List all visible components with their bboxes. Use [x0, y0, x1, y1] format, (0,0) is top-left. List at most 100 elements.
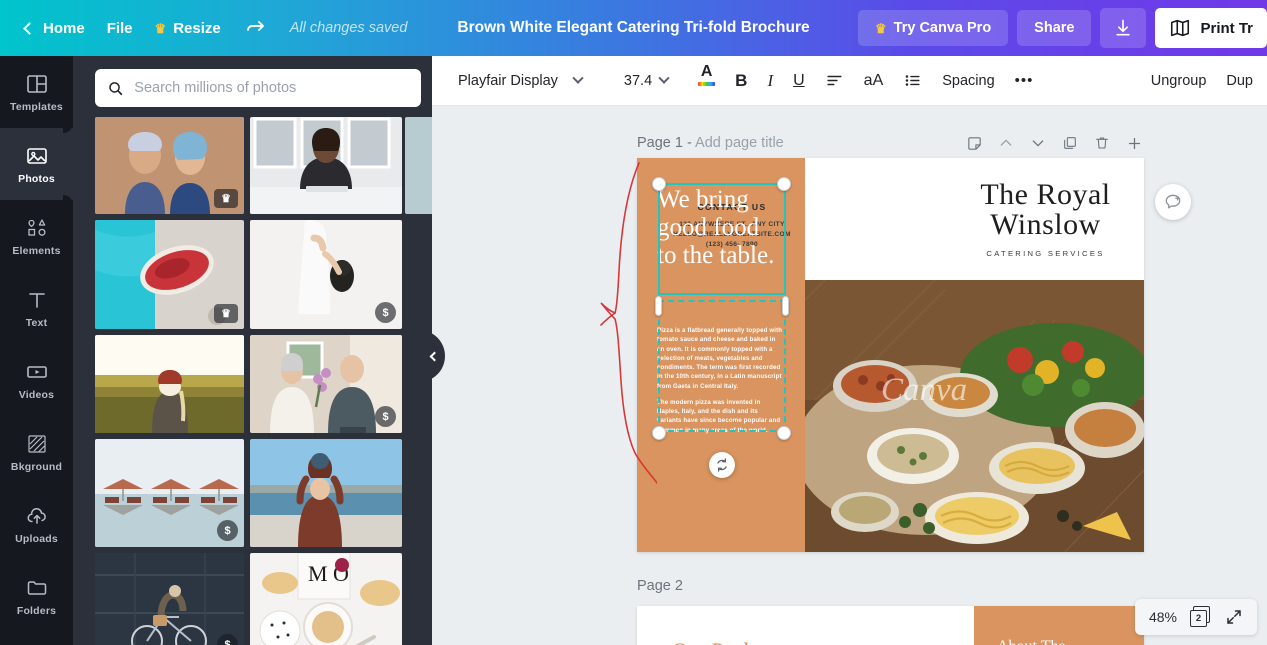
- body-text-block[interactable]: Pizza is a flatbread generally topped wi…: [657, 326, 783, 435]
- zoom-level[interactable]: 48%: [1149, 609, 1177, 625]
- brand-block[interactable]: The Royal Winslow CATERING SERVICES: [963, 178, 1128, 259]
- pro-crown-badge: ♛: [214, 304, 238, 323]
- photo-grey-tower-building[interactable]: $: [405, 117, 432, 214]
- notes-button[interactable]: [961, 130, 987, 156]
- toolbar-right-actions: Ungroup Dup: [1141, 56, 1267, 106]
- photo-grid: ♛ ♛ $ $ $ $ M O: [73, 117, 432, 645]
- sidebar-item-folders[interactable]: Folders: [0, 560, 73, 632]
- page-count-button[interactable]: 2: [1190, 606, 1212, 628]
- resize-handle-top-right[interactable]: [777, 177, 791, 191]
- underline-button[interactable]: U: [783, 64, 815, 98]
- background-icon: [27, 434, 46, 453]
- photo-infinity-pool-umbrellas[interactable]: $: [95, 439, 244, 547]
- sidebar-item-photos[interactable]: Photos: [0, 128, 73, 200]
- photo-woman-white-dress-hat[interactable]: $: [250, 220, 402, 329]
- sidebar-label: Bkground: [10, 460, 63, 473]
- italic-button[interactable]: I: [757, 64, 783, 98]
- photo-watermelon-by-pool[interactable]: ♛: [95, 220, 244, 329]
- crown-icon: ♛: [154, 20, 167, 36]
- add-page-title-placeholder[interactable]: Add page title: [695, 135, 784, 151]
- text-case-button[interactable]: aA: [854, 64, 894, 98]
- ungroup-button[interactable]: Ungroup: [1141, 64, 1217, 98]
- brand-line-2: Winslow: [990, 208, 1101, 241]
- sidebar-item-elements[interactable]: Elements: [0, 200, 73, 272]
- photo-father-child-beach[interactable]: [250, 439, 402, 547]
- top-bar-actions: ♛ Try Canva Pro Share Print Tr: [858, 0, 1267, 56]
- delete-page-button[interactable]: [1089, 130, 1115, 156]
- download-button[interactable]: [1100, 8, 1147, 48]
- page-1-title[interactable]: Page 1 - Add page title: [637, 135, 784, 151]
- photo-woman-in-field-sunset[interactable]: [95, 335, 244, 433]
- print-trifold-button[interactable]: Print Tr: [1155, 8, 1267, 48]
- photo-column-2: $ $ M O: [250, 117, 402, 645]
- search-box[interactable]: [95, 69, 421, 107]
- resize-grip-right[interactable]: [782, 296, 789, 316]
- sidebar-item-text[interactable]: Text: [0, 272, 73, 344]
- font-size-value: 37.4: [623, 72, 653, 89]
- photo-woman-at-desk[interactable]: [250, 117, 402, 214]
- font-size-dropdown[interactable]: 37.4: [614, 64, 678, 98]
- chevron-up-icon: [1000, 139, 1012, 146]
- italic-label: I: [767, 70, 774, 90]
- fullscreen-button[interactable]: [1225, 608, 1243, 626]
- duplicate-page-button[interactable]: [1057, 130, 1083, 156]
- resize-button[interactable]: ♛ Resize: [144, 13, 232, 44]
- move-page-down-button[interactable]: [1025, 130, 1051, 156]
- photo-thumb: [95, 335, 244, 433]
- move-page-up-button[interactable]: [993, 130, 1019, 156]
- photo-couple-in-blue-portrait[interactable]: ♛: [95, 117, 244, 214]
- spacing-button[interactable]: Spacing: [932, 64, 1004, 98]
- align-button[interactable]: [815, 64, 854, 98]
- photo-thumb: [95, 553, 244, 645]
- plus-icon: [1128, 137, 1140, 149]
- search-area: [73, 56, 432, 117]
- search-input[interactable]: [134, 80, 409, 96]
- duplicate-button[interactable]: Dup: [1216, 64, 1263, 98]
- add-page-button[interactable]: [1121, 130, 1147, 156]
- save-status: All changes saved: [289, 20, 408, 36]
- rotate-icon: [717, 458, 727, 472]
- font-family-dropdown[interactable]: Playfair Display: [448, 64, 592, 98]
- resize-handle-bottom-right[interactable]: [777, 426, 791, 440]
- sidebar-label: Text: [25, 316, 48, 329]
- sidebar-item-uploads[interactable]: Uploads: [0, 488, 73, 560]
- chevron-down-icon: [1032, 140, 1044, 147]
- home-button[interactable]: Home: [14, 13, 96, 44]
- sticky-note-icon: [967, 136, 981, 150]
- try-canva-pro-button[interactable]: ♛ Try Canva Pro: [858, 10, 1009, 46]
- body-paragraph-2: The modern pizza was invented in Naples,…: [657, 398, 781, 434]
- premium-dollar-badge: $: [375, 302, 396, 323]
- text-toolbar: Playfair Display 37.4 A B I U aA Spacing…: [432, 56, 1267, 106]
- more-options-button[interactable]: •••: [1005, 64, 1044, 98]
- file-menu[interactable]: File: [96, 13, 144, 44]
- page-2-canvas[interactable]: Our Packages About The: [637, 606, 1144, 645]
- photo-granola-breakfast-flatlay[interactable]: M O: [250, 553, 402, 645]
- bold-button[interactable]: B: [725, 64, 757, 98]
- page-1-canvas[interactable]: CONTACT US 123 ANYWHERE ST., ANY CITY HE…: [637, 158, 1144, 552]
- add-comment-button[interactable]: [1155, 184, 1191, 220]
- photo-senior-couple-flowers[interactable]: $: [250, 335, 402, 433]
- text-color-button[interactable]: A: [688, 62, 725, 98]
- page-2-header[interactable]: Page 2: [637, 578, 683, 594]
- sidebar-label: Uploads: [15, 532, 58, 545]
- text-color-letter: A: [700, 62, 713, 80]
- print-label: Print Tr: [1200, 19, 1253, 37]
- photo-cyclist-on-street[interactable]: $: [95, 553, 244, 645]
- page-tools: [961, 130, 1147, 156]
- align-left-icon: [827, 75, 842, 86]
- brand-line-1: The Royal: [980, 178, 1111, 211]
- food-spread-photo[interactable]: Canva: [805, 280, 1144, 552]
- photo-thumb: [405, 117, 432, 214]
- home-label: Home: [43, 19, 85, 37]
- headline-text[interactable]: We bring good food to the table.: [657, 186, 783, 270]
- sidebar-item-background[interactable]: Bkground: [0, 416, 73, 488]
- rotate-handle[interactable]: [709, 452, 735, 478]
- sidebar-item-videos[interactable]: Videos: [0, 344, 73, 416]
- resize-handle-bottom-left[interactable]: [652, 426, 666, 440]
- bullet-list-icon: [905, 75, 920, 86]
- undo-redo-button[interactable]: [232, 9, 278, 47]
- share-button[interactable]: Share: [1017, 10, 1092, 46]
- list-button[interactable]: [893, 64, 932, 98]
- resize-handle-top-left[interactable]: [652, 177, 666, 191]
- resize-grip-left[interactable]: [655, 296, 662, 316]
